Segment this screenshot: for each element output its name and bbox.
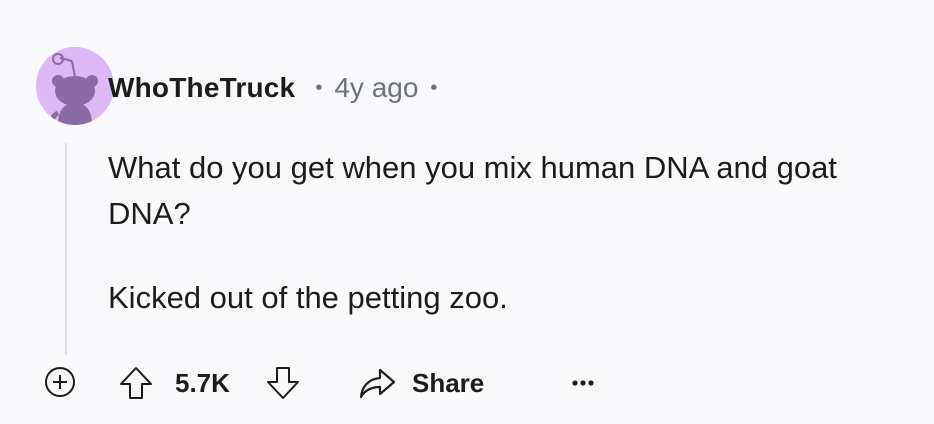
- more-options-button[interactable]: [568, 368, 598, 398]
- comment-header: WhoTheTruck • 4y ago •: [108, 70, 437, 106]
- thread-line[interactable]: [65, 143, 67, 355]
- timestamp[interactable]: 4y ago: [334, 72, 418, 104]
- comment-paragraph: What do you get when you mix human DNA a…: [108, 150, 837, 231]
- share-arrow-icon: [359, 368, 396, 399]
- downvote-button[interactable]: [264, 364, 302, 402]
- comment-paragraph: Kicked out of the petting zoo.: [108, 280, 508, 315]
- username-link[interactable]: WhoTheTruck: [108, 72, 295, 104]
- meta-separator: •: [315, 76, 323, 99]
- ellipsis-icon: [572, 380, 594, 386]
- arrow-up-outline-icon: [120, 367, 152, 399]
- avatar[interactable]: [36, 47, 114, 125]
- plus-circle-icon: [45, 367, 75, 397]
- snoo-avatar-icon: [36, 47, 114, 125]
- meta-separator-trailing: •: [430, 76, 438, 99]
- comment: WhoTheTruck • 4y ago • What do you get w…: [0, 0, 934, 424]
- share-button[interactable]: Share: [358, 362, 484, 404]
- comment-action-bar: 5.7K Share: [40, 358, 620, 408]
- upvote-button[interactable]: [117, 364, 155, 402]
- vote-score: 5.7K: [175, 368, 230, 398]
- expand-replies-button[interactable]: [44, 366, 76, 398]
- arrow-down-outline-icon: [267, 367, 299, 399]
- share-label: Share: [412, 367, 485, 398]
- comment-body: What do you get when you mix human DNA a…: [108, 145, 908, 321]
